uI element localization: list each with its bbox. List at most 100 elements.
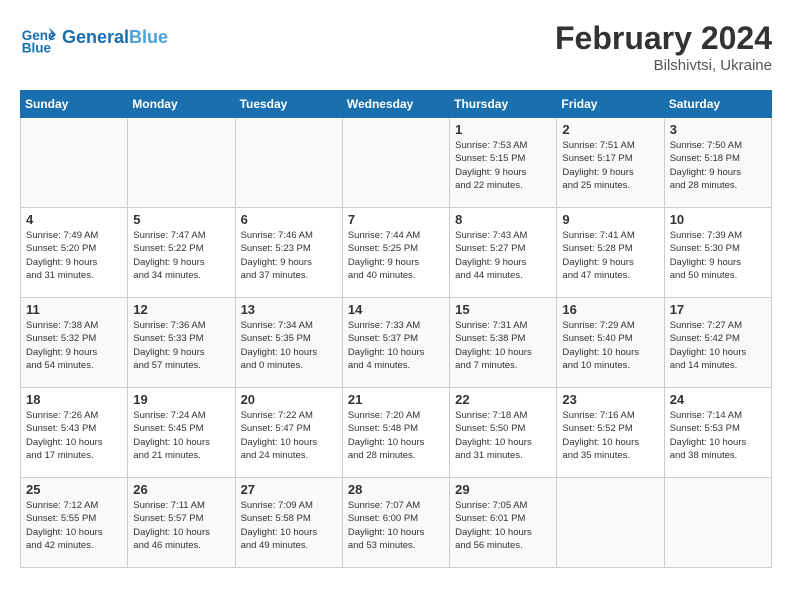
day-number: 4 [26,212,122,227]
day-cell: 7 Sunrise: 7:44 AM Sunset: 5:25 PM Daylig… [342,208,449,298]
day-cell: 15 Sunrise: 7:31 AM Sunset: 5:38 PM Dayli… [450,298,557,388]
day-number: 29 [455,482,551,497]
day-cell: 29 Sunrise: 7:05 AM Sunset: 6:01 PM Dayli… [450,478,557,568]
day-number: 16 [562,302,658,317]
day-number: 5 [133,212,229,227]
day-cell: 22 Sunrise: 7:18 AM Sunset: 5:50 PM Dayli… [450,388,557,478]
day-number: 26 [133,482,229,497]
day-number: 21 [348,392,444,407]
logo-general: General [62,27,129,47]
week-row-2: 4 Sunrise: 7:49 AM Sunset: 5:20 PM Daylig… [21,208,772,298]
svg-text:Blue: Blue [22,40,52,55]
day-detail: Sunrise: 7:07 AM Sunset: 6:00 PM Dayligh… [348,499,444,552]
day-detail: Sunrise: 7:36 AM Sunset: 5:33 PM Dayligh… [133,319,229,372]
week-row-1: 1 Sunrise: 7:53 AM Sunset: 5:15 PM Daylig… [21,118,772,208]
day-number: 2 [562,122,658,137]
day-detail: Sunrise: 7:16 AM Sunset: 5:52 PM Dayligh… [562,409,658,462]
day-detail: Sunrise: 7:53 AM Sunset: 5:15 PM Dayligh… [455,139,551,192]
day-detail: Sunrise: 7:27 AM Sunset: 5:42 PM Dayligh… [670,319,766,372]
day-cell: 26 Sunrise: 7:11 AM Sunset: 5:57 PM Dayli… [128,478,235,568]
day-number: 15 [455,302,551,317]
day-cell: 9 Sunrise: 7:41 AM Sunset: 5:28 PM Daylig… [557,208,664,298]
week-row-5: 25Sunrise: 7:12 AM Sunset: 5:55 PM Dayli… [21,478,772,568]
calendar-title: February 2024 [555,20,772,57]
day-cell: 6Sunrise: 7:46 AM Sunset: 5:23 PM Daylig… [235,208,342,298]
logo: General Blue GeneralBlue [20,20,168,56]
day-number: 1 [455,122,551,137]
day-cell: 13 Sunrise: 7:34 AM Sunset: 5:35 PM Dayli… [235,298,342,388]
day-number: 18 [26,392,122,407]
day-cell: 1 Sunrise: 7:53 AM Sunset: 5:15 PM Daylig… [450,118,557,208]
day-cell: 17Sunrise: 7:27 AM Sunset: 5:42 PM Dayli… [664,298,771,388]
calendar-subtitle: Bilshivtsi, Ukraine [555,57,772,74]
day-detail: Sunrise: 7:33 AM Sunset: 5:37 PM Dayligh… [348,319,444,372]
day-detail: Sunrise: 7:22 AM Sunset: 5:47 PM Dayligh… [241,409,337,462]
day-number: 8 [455,212,551,227]
weekday-tuesday: Tuesday [235,91,342,118]
day-detail: Sunrise: 7:41 AM Sunset: 5:28 PM Dayligh… [562,229,658,282]
day-number: 3 [670,122,766,137]
day-number: 25 [26,482,122,497]
day-detail: Sunrise: 7:14 AM Sunset: 5:53 PM Dayligh… [670,409,766,462]
day-cell: 25Sunrise: 7:12 AM Sunset: 5:55 PM Dayli… [21,478,128,568]
day-detail: Sunrise: 7:26 AM Sunset: 5:43 PM Dayligh… [26,409,122,462]
day-detail: Sunrise: 7:50 AM Sunset: 5:18 PM Dayligh… [670,139,766,192]
day-cell: 20 Sunrise: 7:22 AM Sunset: 5:47 PM Dayli… [235,388,342,478]
day-cell: 2 Sunrise: 7:51 AM Sunset: 5:17 PM Daylig… [557,118,664,208]
weekday-friday: Friday [557,91,664,118]
day-number: 10 [670,212,766,227]
day-number: 27 [241,482,337,497]
day-cell: 28Sunrise: 7:07 AM Sunset: 6:00 PM Dayli… [342,478,449,568]
day-detail: Sunrise: 7:47 AM Sunset: 5:22 PM Dayligh… [133,229,229,282]
day-detail: Sunrise: 7:24 AM Sunset: 5:45 PM Dayligh… [133,409,229,462]
day-number: 12 [133,302,229,317]
day-detail: Sunrise: 7:43 AM Sunset: 5:27 PM Dayligh… [455,229,551,282]
day-cell [342,118,449,208]
day-cell [235,118,342,208]
day-cell: 12 Sunrise: 7:36 AM Sunset: 5:33 PM Dayli… [128,298,235,388]
day-detail: Sunrise: 7:51 AM Sunset: 5:17 PM Dayligh… [562,139,658,192]
day-number: 9 [562,212,658,227]
day-detail: Sunrise: 7:05 AM Sunset: 6:01 PM Dayligh… [455,499,551,552]
week-row-4: 18 Sunrise: 7:26 AM Sunset: 5:43 PM Dayli… [21,388,772,478]
weekday-sunday: Sunday [21,91,128,118]
day-detail: Sunrise: 7:18 AM Sunset: 5:50 PM Dayligh… [455,409,551,462]
day-detail: Sunrise: 7:46 AM Sunset: 5:23 PM Dayligh… [241,229,337,282]
day-cell: 24 Sunrise: 7:14 AM Sunset: 5:53 PM Dayli… [664,388,771,478]
page-header: General Blue GeneralBlue February 2024 B… [20,20,772,74]
day-cell [128,118,235,208]
day-cell: 23Sunrise: 7:16 AM Sunset: 5:52 PM Dayli… [557,388,664,478]
day-detail: Sunrise: 7:44 AM Sunset: 5:25 PM Dayligh… [348,229,444,282]
day-cell: 19 Sunrise: 7:24 AM Sunset: 5:45 PM Dayli… [128,388,235,478]
day-number: 13 [241,302,337,317]
day-number: 22 [455,392,551,407]
day-detail: Sunrise: 7:34 AM Sunset: 5:35 PM Dayligh… [241,319,337,372]
day-cell [21,118,128,208]
day-cell: 27 Sunrise: 7:09 AM Sunset: 5:58 PM Dayli… [235,478,342,568]
day-detail: Sunrise: 7:49 AM Sunset: 5:20 PM Dayligh… [26,229,122,282]
day-number: 20 [241,392,337,407]
week-row-3: 11 Sunrise: 7:38 AM Sunset: 5:32 PM Dayli… [21,298,772,388]
weekday-saturday: Saturday [664,91,771,118]
day-number: 14 [348,302,444,317]
day-detail: Sunrise: 7:11 AM Sunset: 5:57 PM Dayligh… [133,499,229,552]
day-cell: 3 Sunrise: 7:50 AM Sunset: 5:18 PM Daylig… [664,118,771,208]
day-detail: Sunrise: 7:09 AM Sunset: 5:58 PM Dayligh… [241,499,337,552]
day-detail: Sunrise: 7:31 AM Sunset: 5:38 PM Dayligh… [455,319,551,372]
day-cell: 4 Sunrise: 7:49 AM Sunset: 5:20 PM Daylig… [21,208,128,298]
day-cell [664,478,771,568]
day-cell [557,478,664,568]
day-detail: Sunrise: 7:38 AM Sunset: 5:32 PM Dayligh… [26,319,122,372]
weekday-wednesday: Wednesday [342,91,449,118]
day-cell: 21 Sunrise: 7:20 AM Sunset: 5:48 PM Dayli… [342,388,449,478]
day-cell: 16Sunrise: 7:29 AM Sunset: 5:40 PM Dayli… [557,298,664,388]
weekday-thursday: Thursday [450,91,557,118]
calendar-table: SundayMondayTuesdayWednesdayThursdayFrid… [20,90,772,568]
day-number: 11 [26,302,122,317]
day-cell: 14 Sunrise: 7:33 AM Sunset: 5:37 PM Dayli… [342,298,449,388]
day-number: 24 [670,392,766,407]
day-detail: Sunrise: 7:20 AM Sunset: 5:48 PM Dayligh… [348,409,444,462]
day-number: 7 [348,212,444,227]
day-number: 19 [133,392,229,407]
day-cell: 10Sunrise: 7:39 AM Sunset: 5:30 PM Dayli… [664,208,771,298]
